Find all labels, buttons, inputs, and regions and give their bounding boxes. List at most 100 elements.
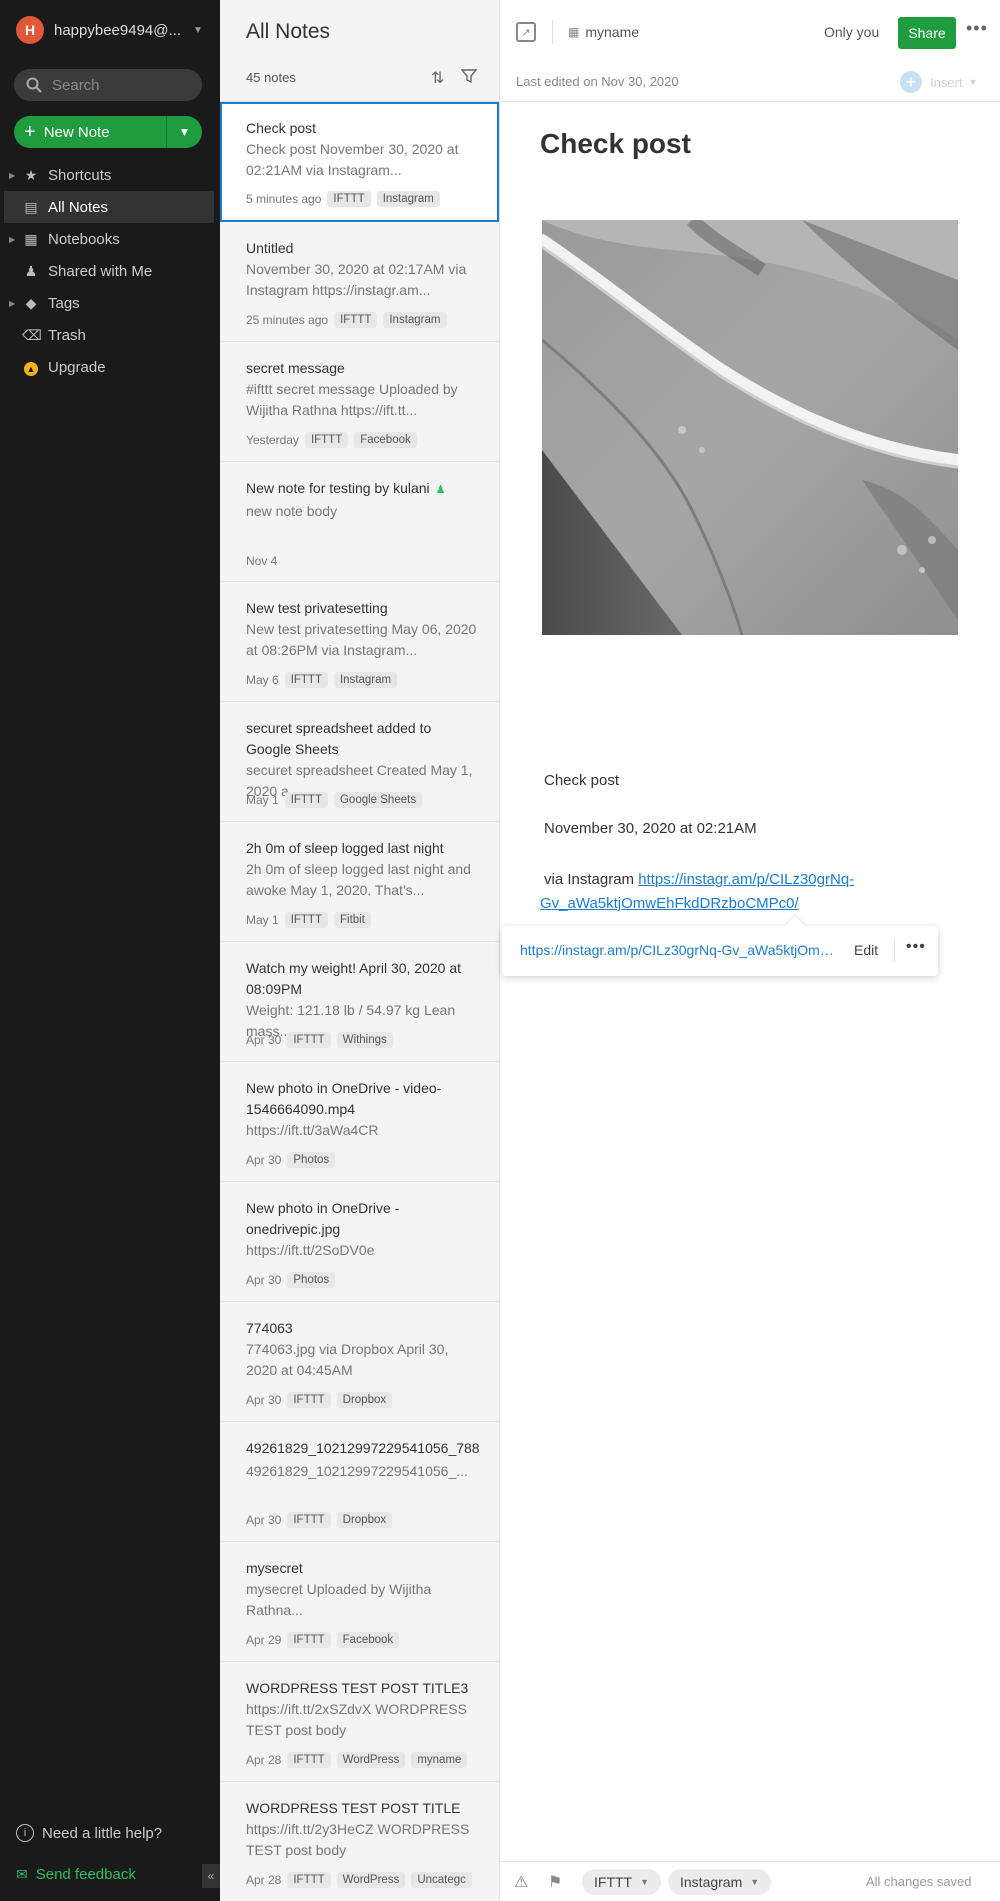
- new-note-button[interactable]: + New Note: [14, 116, 166, 148]
- edit-link-button[interactable]: Edit: [854, 942, 878, 958]
- note-item-meta: Apr 28 IFTTT WordPress myname: [246, 1752, 468, 1768]
- note-item-meta: Apr 30 Photos: [246, 1152, 336, 1168]
- search-box[interactable]: [14, 69, 202, 101]
- note-item-title: Watch my weight! April 30, 2020 at 08:09…: [246, 960, 462, 997]
- note-list-item[interactable]: 49261829_10212997229541056_7889375127660…: [220, 1422, 499, 1542]
- sort-icon[interactable]: ⇅: [431, 68, 444, 88]
- note-item-tag: IFTTT: [287, 1872, 331, 1888]
- note-list-item[interactable]: Check post Check post November 30, 2020 a…: [220, 102, 499, 222]
- note-item-date: Apr 30: [246, 1273, 282, 1287]
- expand-icon[interactable]: ↗: [516, 22, 536, 42]
- tag-label: IFTTT: [594, 1874, 633, 1890]
- note-item-date: May 1: [246, 793, 279, 807]
- instagram-link[interactable]: https://instagr.am/p/CILz30grNq-: [638, 871, 854, 888]
- upgrade-icon: ▲: [22, 359, 40, 376]
- more-options-icon[interactable]: •••: [906, 938, 926, 956]
- note-list-item[interactable]: WORDPRESS TEST POST TITLE3 https://ift.tt…: [220, 1662, 499, 1782]
- note-list-item[interactable]: Watch my weight! April 30, 2020 at 08:09…: [220, 942, 499, 1062]
- notebook-icon: ▦: [24, 230, 38, 247]
- insert-button[interactable]: + Insert ▼: [900, 71, 977, 93]
- note-title[interactable]: Check post: [540, 128, 691, 160]
- body-text-prefix: via Instagram: [544, 871, 639, 888]
- note-item-meta: Apr 30 Photos: [246, 1272, 336, 1288]
- sidebar-item-upgrade[interactable]: ▲ Upgrade: [4, 351, 214, 383]
- save-status: All changes saved: [866, 1874, 972, 1889]
- note-item-title: WORDPRESS TEST POST TITLE3: [246, 1680, 469, 1696]
- chevron-down-icon: ▼: [193, 24, 203, 36]
- note-item-title: 2h 0m of sleep logged last night: [246, 840, 444, 856]
- body-text-line[interactable]: Gv_aWa5ktjOmwEhFkdDRzboCMPc0/: [540, 892, 799, 916]
- notebook-icon: ▦: [568, 25, 580, 39]
- sidebar-item-trash[interactable]: ⌫ Trash: [4, 319, 214, 351]
- note-list-item[interactable]: mysecret mysecret Uploaded by Wijitha Rat…: [220, 1542, 499, 1662]
- instagram-link-continued[interactable]: Gv_aWa5ktjOmwEhFkdDRzboCMPc0/: [540, 895, 799, 912]
- note-list-item[interactable]: secret message #ifttt secret message Uplo…: [220, 342, 499, 462]
- note-item-snippet: https://ift.tt/3aWa4CR: [246, 1122, 379, 1138]
- chevron-down-icon: ▼: [178, 125, 191, 139]
- filter-icon[interactable]: [460, 68, 478, 89]
- sidebar-item-shortcuts[interactable]: ▶ ★ Shortcuts: [4, 159, 214, 191]
- note-item-title: Untitled: [246, 240, 294, 256]
- sidebar-item-notebooks[interactable]: ▶ ▦ Notebooks: [4, 223, 214, 255]
- sidebar-item-tags[interactable]: ▶ ◆ Tags: [4, 287, 214, 319]
- double-chevron-left-icon: «: [207, 1869, 215, 1883]
- note-list-item[interactable]: New photo in OneDrive - onedrivepic.jpg h…: [220, 1182, 499, 1302]
- more-options-icon[interactable]: •••: [966, 18, 988, 39]
- note-list-item[interactable]: 2h 0m of sleep logged last night 2h 0m of…: [220, 822, 499, 942]
- note-item-tag: Google Sheets: [333, 792, 423, 808]
- footer-tag-chip[interactable]: Instagram ▼: [668, 1869, 772, 1895]
- footer-tag-chip[interactable]: IFTTT ▼: [582, 1869, 662, 1895]
- last-edited-text: Last edited on Nov 30, 2020: [516, 74, 679, 89]
- note-item-date: 25 minutes ago: [246, 313, 329, 327]
- note-list-item[interactable]: Untitled November 30, 2020 at 02:17AM via…: [220, 222, 499, 342]
- note-item-meta: Apr 30 IFTTT Withings: [246, 1032, 393, 1048]
- popover-link-url[interactable]: https://instagr.am/p/CILz30grNq-Gv_aWa5k…: [520, 942, 838, 958]
- sidebar-item-shared[interactable]: ♟ Shared with Me: [4, 255, 214, 287]
- search-input[interactable]: [52, 76, 192, 94]
- note-item-meta: 25 minutes ago IFTTT Instagram: [246, 312, 447, 328]
- new-note-dropdown-button[interactable]: ▼: [166, 116, 202, 148]
- note-image[interactable]: [542, 220, 958, 635]
- send-feedback-link[interactable]: ✉ Send feedback: [16, 1866, 136, 1883]
- add-tag-icon[interactable]: ⚑: [548, 1872, 562, 1892]
- note-item-tag: Facebook: [336, 1632, 400, 1648]
- note-list-item[interactable]: WORDPRESS TEST POST TITLE https://ift.tt/…: [220, 1782, 499, 1901]
- note-item-title: secret message: [246, 360, 345, 376]
- note-list-item[interactable]: New test privatesetting New test privates…: [220, 582, 499, 702]
- collapse-sidebar-button[interactable]: «: [202, 1864, 220, 1888]
- note-item-meta: May 6 IFTTT Instagram: [246, 672, 398, 688]
- expand-caret-icon[interactable]: ▶: [9, 235, 15, 244]
- search-icon: [26, 77, 42, 93]
- note-item-tag: IFTTT: [284, 672, 328, 688]
- note-item-snippet: new note body: [246, 503, 338, 519]
- sidebar-item-all-notes[interactable]: ▤ All Notes: [4, 191, 214, 223]
- help-link[interactable]: i Need a little help?: [16, 1824, 162, 1842]
- body-text-line[interactable]: Check post: [544, 772, 619, 789]
- note-item-date: Yesterday: [246, 433, 299, 447]
- note-item-tag: IFTTT: [327, 191, 371, 207]
- sidebar: H happybee9494@... ▼ + New Note ▼ ▶ ★ Sh…: [0, 0, 220, 1901]
- note-list-item[interactable]: securet spreadsheet added to Google Shee…: [220, 702, 499, 822]
- reminder-bell-icon[interactable]: ⚠: [514, 1872, 528, 1892]
- note-item-date: Apr 30: [246, 1393, 282, 1407]
- note-item-meta: Apr 30 IFTTT Dropbox: [246, 1512, 393, 1528]
- note-list-item[interactable]: 774063 774063.jpg via Dropbox April 30, 2…: [220, 1302, 499, 1422]
- star-icon: ★: [24, 166, 38, 183]
- note-list-item[interactable]: New photo in OneDrive - video-1546664090…: [220, 1062, 499, 1182]
- account-switcher[interactable]: H happybee9494@... ▼: [16, 14, 203, 46]
- new-note-button-group: + New Note ▼: [14, 116, 202, 148]
- sharing-status[interactable]: Only you: [824, 24, 879, 40]
- expand-caret-icon[interactable]: ▶: [9, 299, 15, 308]
- note-item-tag: Dropbox: [336, 1392, 393, 1408]
- plus-circle-icon: +: [900, 71, 922, 93]
- body-text-line[interactable]: November 30, 2020 at 02:21AM: [544, 820, 757, 837]
- note-item-snippet: 2h 0m of sleep logged last night and awo…: [246, 861, 471, 898]
- share-button[interactable]: Share: [898, 17, 956, 49]
- note-list-item[interactable]: New note for testing by kulani ♟ new note …: [220, 462, 499, 582]
- note-item-tag: Instagram: [383, 312, 447, 328]
- expand-caret-icon[interactable]: ▶: [9, 171, 15, 180]
- divider: [552, 20, 553, 44]
- body-text-line[interactable]: via Instagram https://instagr.am/p/CILz3…: [544, 868, 964, 892]
- note-item-date: Apr 30: [246, 1153, 282, 1167]
- notebook-selector[interactable]: ▦ myname: [568, 24, 639, 40]
